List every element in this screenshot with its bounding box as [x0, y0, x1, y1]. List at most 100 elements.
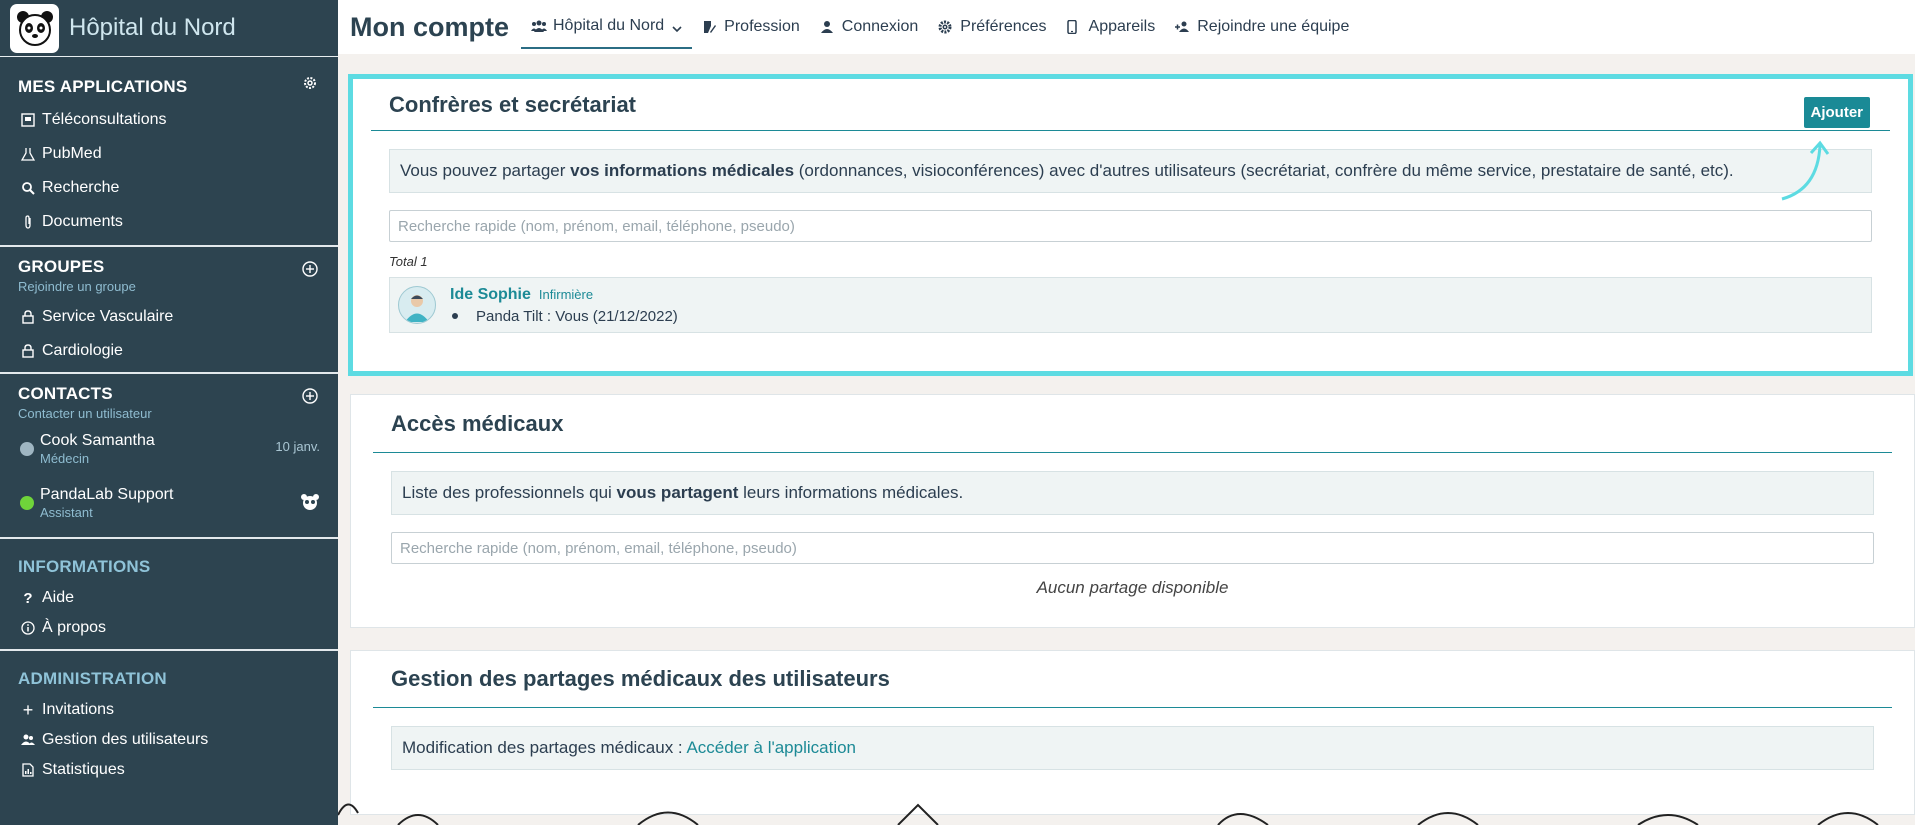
user-name[interactable]: Ide Sophie [450, 286, 531, 303]
tab-appareils[interactable]: Appareils [1057, 5, 1166, 49]
info-text: (ordonnances, visioconférences) avec d'a… [794, 161, 1734, 180]
add-circle-icon[interactable] [302, 388, 320, 406]
apps-section: MES APPLICATIONS Téléconsultations PubMe… [0, 57, 338, 247]
tab-label: Appareils [1088, 18, 1156, 35]
user-icon [820, 19, 836, 35]
lock-icon [20, 309, 36, 325]
empty-state: Aucun partage disponible [1036, 578, 1229, 597]
mobile-icon [1066, 19, 1083, 35]
tab-label: Connexion [841, 18, 919, 35]
users-icon [531, 18, 547, 34]
search-icon [20, 180, 36, 196]
info-text: Vous pouvez partager [400, 161, 571, 180]
sidebar-item-documents[interactable]: Documents [0, 205, 338, 239]
info-icon [20, 620, 36, 636]
bullet [452, 313, 458, 319]
tab-label: Profession [724, 18, 800, 35]
admin-section: ADMINISTRATION + Invitations Gestion des… [0, 651, 338, 785]
sidebar-item-invitations[interactable]: + Invitations [0, 695, 338, 725]
tab-preferences[interactable]: Préférences [928, 5, 1056, 49]
management-info: Modification des partages médicaux : Acc… [391, 726, 1874, 770]
info-text: Liste des professionnels qui [402, 483, 617, 502]
join-group-link[interactable]: Rejoindre un groupe [18, 279, 320, 294]
info-section: INFORMATIONS ? Aide À propos [0, 539, 338, 651]
tab-hopital-du-nord[interactable]: Hôpital du Nord [521, 5, 693, 49]
sidebar-item-label: À propos [42, 619, 107, 636]
colleagues-card: Confrères et secrétariat Ajouter Vous po… [348, 74, 1913, 376]
sidebar-item-teleconsultations[interactable]: Téléconsultations [0, 103, 338, 137]
sidebar-item-service-vasculaire[interactable]: Service Vasculaire [0, 300, 338, 334]
tab-label: Préférences [960, 18, 1047, 35]
plus-icon: + [22, 699, 34, 720]
sidebar-item-a-propos[interactable]: À propos [0, 613, 338, 643]
info-bold: vous partagent [616, 483, 739, 502]
users-icon [20, 732, 36, 748]
user-plus-icon [1175, 19, 1191, 35]
page-title: Mon compte [350, 11, 509, 42]
user-role: Infirmière [538, 286, 594, 302]
sidebar-item-aide[interactable]: ? Aide [0, 583, 338, 613]
chevron-down-icon [672, 21, 682, 33]
info-title: INFORMATIONS [18, 557, 151, 576]
sidebar-item-label: Gestion des utilisateurs [42, 731, 209, 748]
status-dot [20, 442, 34, 456]
gear-icon[interactable] [302, 75, 320, 93]
arrow-hint-icon [1781, 140, 1830, 201]
sidebar-item-cardiologie[interactable]: Cardiologie [0, 334, 338, 368]
contact-role: Médecin [40, 451, 90, 466]
apps-title: MES APPLICATIONS [18, 77, 188, 96]
paperclip-icon [20, 214, 36, 230]
medical-access-card: Accès médicaux Liste des professionnels … [350, 394, 1915, 628]
add-circle-icon[interactable] [302, 261, 320, 279]
total-count: Total 1 [389, 254, 428, 269]
list-item[interactable]: Ide Sophie Infirmière Panda Tilt : Vous (… [389, 277, 1872, 333]
sidebar-item-label: Cardiologie [42, 342, 123, 359]
sidebar-item-label: Documents [42, 213, 123, 230]
info-text: Modification des partages médicaux : [402, 738, 687, 757]
app-access-link[interactable]: Accéder à l'application [686, 738, 856, 757]
lock-icon [20, 343, 36, 359]
sidebar-item-recherche[interactable]: Recherche [0, 171, 338, 205]
management-card: Gestion des partages médicaux des utilis… [350, 650, 1915, 815]
contact-cook-samantha[interactable]: Cook Samantha Médecin 10 janv. [0, 427, 338, 481]
medical-access-search-input[interactable] [391, 532, 1874, 564]
sidebar-item-label: Statistiques [42, 761, 125, 778]
contact-role: Assistant [40, 505, 93, 520]
top-bar: Mon compte Hôpital du Nord Profession Co… [338, 0, 1915, 54]
sidebar-item-label: PubMed [42, 145, 102, 162]
sidebar: Hôpital du Nord MES APPLICATIONS Télécon… [0, 0, 338, 825]
video-screen-icon [20, 112, 36, 128]
gear-icon [938, 19, 954, 35]
sidebar-item-statistiques[interactable]: Statistiques [0, 755, 338, 785]
groups-title: GROUPES [18, 257, 105, 276]
contacts-section: CONTACTS Contacter un utilisateur Cook S… [0, 374, 338, 539]
sidebar-item-label: Téléconsultations [42, 111, 167, 128]
colleagues-info: Vous pouvez partager vos informations mé… [389, 149, 1872, 193]
question-icon: ? [23, 589, 33, 607]
report-icon [20, 762, 36, 778]
tab-profession[interactable]: Profession [692, 5, 810, 49]
tab-label: Hôpital du Nord [553, 17, 665, 34]
admin-title: ADMINISTRATION [18, 669, 167, 688]
tab-rejoindre-equipe[interactable]: Rejoindre une équipe [1165, 5, 1359, 49]
avatar [398, 286, 436, 324]
contact-pandalab-support[interactable]: PandaLab Support Assistant [0, 481, 338, 535]
contact-user-link[interactable]: Contacter un utilisateur [18, 406, 320, 421]
tab-connexion[interactable]: Connexion [810, 5, 929, 49]
medical-access-title: Accès médicaux [373, 395, 1892, 453]
colleagues-search-input[interactable] [389, 210, 1872, 242]
add-button[interactable]: Ajouter [1803, 97, 1870, 128]
brand-name: Hôpital du Nord [69, 14, 236, 41]
background-doodles [338, 803, 1879, 825]
contacts-title: CONTACTS [18, 384, 113, 403]
info-text: leurs informations médicales. [738, 483, 964, 502]
brand[interactable]: Hôpital du Nord [0, 0, 338, 57]
sidebar-item-gestion-utilisateurs[interactable]: Gestion des utilisateurs [0, 725, 338, 755]
groups-section: GROUPES Rejoindre un groupe Service Vasc… [0, 247, 338, 374]
share-detail: Panda Tilt : Vous (21/12/2022) [476, 307, 678, 325]
sidebar-item-pubmed[interactable]: PubMed [0, 137, 338, 171]
panda-icon [300, 493, 320, 511]
sidebar-item-label: Recherche [42, 179, 120, 196]
sidebar-item-label: Invitations [42, 701, 115, 718]
contact-date: 10 janv. [275, 439, 320, 454]
